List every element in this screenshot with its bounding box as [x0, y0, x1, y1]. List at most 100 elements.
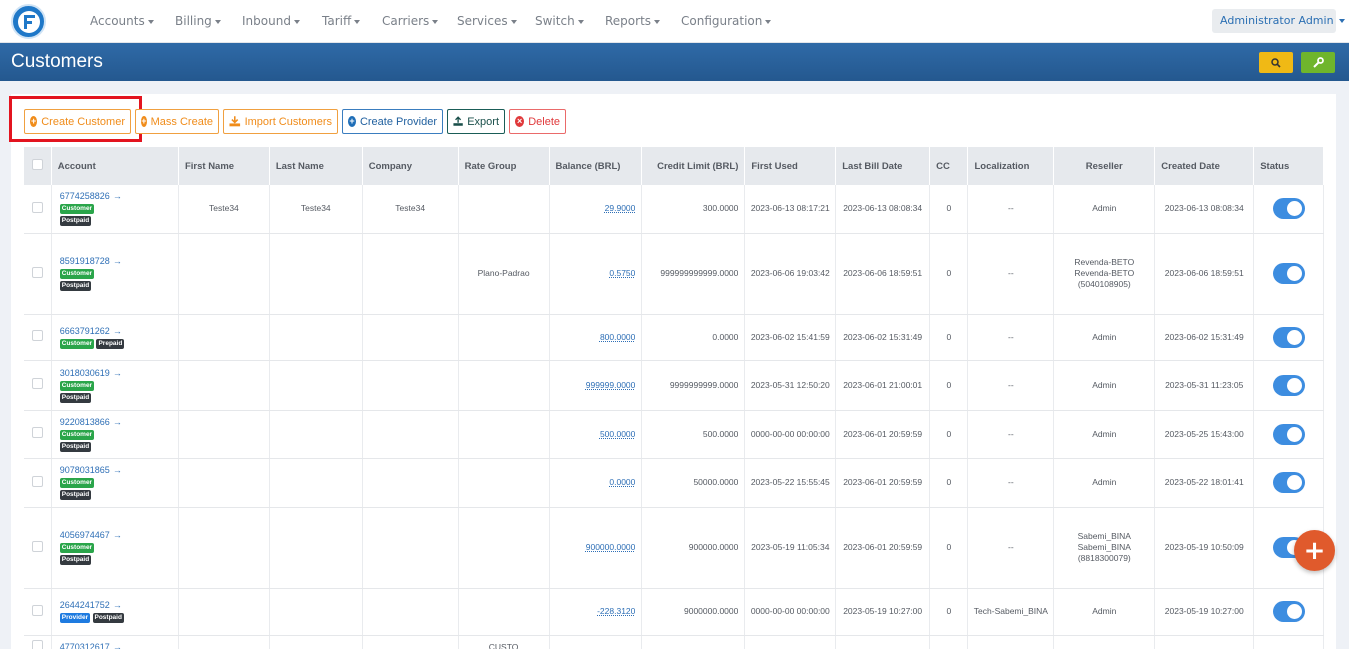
row-checkbox[interactable]	[31, 540, 43, 552]
table-row[interactable]: 6774258826 → Customer Postpaid Teste34 Teste3…	[24, 185, 1324, 234]
table-row[interactable]: 2644241752 → Provider Postpaid -228.3120 900…	[24, 588, 1324, 636]
row-checkbox[interactable]	[31, 201, 43, 213]
account-link[interactable]: 3018030619	[60, 368, 110, 378]
nav-services[interactable]: Services	[457, 14, 517, 28]
row-checkbox[interactable]	[31, 266, 43, 278]
table-row[interactable]: 6663791262 → Customer Prepaid 800.0000 0.000…	[24, 314, 1324, 361]
account-link[interactable]: 8591918728	[60, 256, 110, 266]
balance-link[interactable]: 0.5750	[609, 268, 635, 278]
table-row[interactable]: 3018030619 → Customer Postpaid 999999.0000 99…	[24, 360, 1324, 411]
login-icon[interactable]: →	[113, 642, 122, 649]
login-icon[interactable]: →	[113, 368, 122, 378]
rate-group-cell	[458, 410, 550, 459]
mass-create-button[interactable]: + Mass Create	[135, 109, 219, 134]
localization-cell: --	[967, 314, 1055, 361]
row-select-cell[interactable]	[24, 314, 52, 361]
search-button[interactable]	[1259, 52, 1293, 73]
login-icon[interactable]: →	[113, 417, 122, 427]
settings-button[interactable]	[1301, 52, 1335, 73]
account-link[interactable]: 9220813866	[60, 417, 110, 427]
table-row[interactable]: 9220813866 → Customer Postpaid 500.0000 500.0…	[24, 410, 1324, 459]
login-icon[interactable]: →	[113, 465, 122, 475]
status-toggle[interactable]	[1272, 601, 1305, 622]
table-row[interactable]: 8591918728 → Customer Postpaid Plano-Padrao 0…	[24, 233, 1324, 315]
col-created-date[interactable]: Created Date	[1154, 147, 1255, 185]
row-checkbox[interactable]	[31, 427, 43, 438]
row-select-cell[interactable]	[24, 410, 52, 459]
select-all-checkbox[interactable]	[31, 159, 43, 170]
col-localization[interactable]: Localization	[967, 147, 1055, 185]
balance-link[interactable]: 29.9000	[605, 203, 636, 213]
col-rate-group[interactable]: Rate Group	[458, 147, 550, 185]
row-select-cell[interactable]	[24, 360, 52, 411]
status-toggle[interactable]	[1272, 198, 1305, 220]
login-icon[interactable]: →	[113, 530, 122, 540]
cc-cell: 0	[929, 458, 969, 508]
col-balance[interactable]: Balance (BRL)	[549, 147, 643, 185]
row-checkbox[interactable]	[31, 378, 43, 389]
nav-accounts[interactable]: Accounts	[90, 14, 154, 28]
login-icon[interactable]: →	[113, 600, 122, 610]
balance-link[interactable]: 500.0000	[600, 429, 635, 439]
status-toggle[interactable]	[1272, 326, 1305, 348]
nav-billing[interactable]: Billing	[175, 14, 221, 28]
row-select-cell[interactable]	[24, 635, 52, 649]
account-link[interactable]: 4770312617	[60, 642, 110, 649]
col-account[interactable]: Account	[51, 147, 179, 185]
row-checkbox[interactable]	[31, 604, 43, 616]
status-toggle[interactable]	[1272, 374, 1305, 396]
account-link[interactable]: 6774258826	[60, 191, 110, 201]
col-first-used[interactable]: First Used	[744, 147, 837, 185]
table-row[interactable]: 4056974467 → Customer Postpaid 900000.0000 90…	[24, 507, 1324, 589]
app-logo[interactable]	[11, 4, 46, 39]
account-link[interactable]: 4056974467	[60, 530, 110, 540]
nav-switch[interactable]: Switch	[535, 14, 584, 28]
col-status[interactable]: Status	[1253, 147, 1324, 185]
nav-reports[interactable]: Reports	[605, 14, 661, 28]
nav-tariff[interactable]: Tariff	[322, 14, 361, 28]
balance-link[interactable]: 900000.0000	[586, 542, 636, 552]
balance-link[interactable]: 999999.0000	[586, 380, 636, 390]
login-icon[interactable]: →	[113, 326, 122, 336]
login-icon[interactable]: →	[113, 191, 122, 201]
row-select-cell[interactable]	[24, 185, 52, 234]
delete-button[interactable]: × Delete	[509, 109, 566, 134]
col-reseller[interactable]: Reseller	[1053, 147, 1156, 185]
last-name-cell	[269, 507, 363, 589]
row-select-cell[interactable]	[24, 507, 52, 589]
col-last-name[interactable]: Last Name	[269, 147, 363, 185]
row-checkbox[interactable]	[31, 475, 43, 487]
balance-link[interactable]: -228.3120	[597, 606, 635, 616]
nav-carriers[interactable]: Carriers	[382, 14, 439, 28]
create-customer-button[interactable]: + Create Customer	[24, 109, 131, 134]
account-link[interactable]: 6663791262	[60, 326, 110, 336]
col-first-name[interactable]: First Name	[178, 147, 270, 185]
user-menu-button[interactable]: Administrator Admin	[1212, 9, 1345, 33]
table-row[interactable]: 4770312617 → CUSTO	[24, 635, 1324, 649]
add-fab-button[interactable]: +	[1294, 530, 1335, 571]
row-select-cell[interactable]	[24, 233, 52, 315]
export-button[interactable]: Export	[447, 109, 505, 134]
select-all-cell[interactable]	[24, 147, 52, 185]
col-cc[interactable]: CC	[929, 147, 969, 185]
col-credit-limit[interactable]: Credit Limit (BRL)	[641, 147, 746, 185]
nav-configuration[interactable]: Configuration	[681, 14, 772, 28]
account-link[interactable]: 2644241752	[60, 600, 110, 610]
col-last-bill-date[interactable]: Last Bill Date	[835, 147, 931, 185]
table-row[interactable]: 9078031865 → Customer Postpaid 0.0000 50000.0…	[24, 458, 1324, 508]
row-checkbox[interactable]	[31, 640, 43, 649]
login-icon[interactable]: →	[113, 256, 122, 266]
balance-link[interactable]: 0.0000	[609, 477, 635, 487]
status-toggle[interactable]	[1272, 472, 1305, 493]
create-provider-button[interactable]: + Create Provider	[342, 109, 443, 134]
status-toggle[interactable]	[1272, 263, 1305, 284]
row-select-cell[interactable]	[24, 588, 52, 636]
account-link[interactable]: 9078031865	[60, 465, 110, 475]
status-toggle[interactable]	[1272, 423, 1305, 445]
row-select-cell[interactable]	[24, 458, 52, 508]
nav-inbound[interactable]: Inbound	[242, 14, 300, 28]
balance-link[interactable]: 800.0000	[600, 332, 635, 342]
import-customers-button[interactable]: Import Customers	[223, 109, 338, 134]
row-checkbox[interactable]	[31, 330, 43, 341]
col-company[interactable]: Company	[362, 147, 459, 185]
